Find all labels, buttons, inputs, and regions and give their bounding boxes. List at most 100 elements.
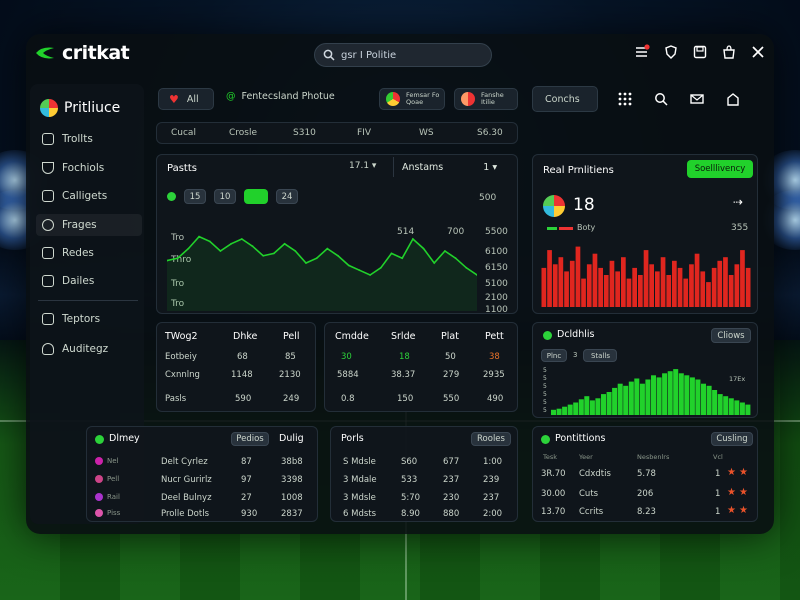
panel-button[interactable]: Pedios (231, 432, 269, 446)
table-row[interactable]: 5884 38.37 279 2935 (333, 368, 509, 384)
stat-item[interactable]: S6.30 (477, 128, 503, 138)
search-bar[interactable] (314, 43, 492, 67)
mail-icon[interactable] (690, 92, 704, 106)
stat-item[interactable]: WS (419, 128, 434, 138)
bar (623, 385, 629, 415)
table-row[interactable]: 0.8 150 550 490 (333, 392, 509, 408)
chip[interactable]: 24 (276, 189, 298, 204)
table-row[interactable]: Cxnnlng 1148 2130 (165, 368, 307, 384)
sidebar-item-2[interactable]: Fochiols (36, 157, 142, 179)
table-row[interactable]: 3 Mdsle 5:70 230 237 (339, 491, 509, 507)
sidebar-item-label: Redes (62, 247, 94, 259)
chat-icon (42, 275, 54, 287)
controls-button[interactable]: Conchs (532, 86, 598, 112)
table-row[interactable]: 30 18 50 38 (333, 350, 509, 366)
tab[interactable]: Stalls (583, 349, 618, 362)
bar (626, 278, 632, 307)
search-icon[interactable] (654, 92, 668, 106)
bar-chart (541, 246, 751, 307)
stats-table-2: Cmdde Srlde Plat Pett 30 18 50 38 5884 3… (324, 322, 518, 412)
stat-item[interactable]: S310 (293, 128, 316, 138)
chart-range-select[interactable]: 17.1 ▾ (349, 161, 376, 171)
bar (598, 267, 603, 307)
bar (569, 260, 575, 307)
bar (667, 371, 673, 415)
list-item[interactable]: Rail Deel Bulnyz 27 1008 (95, 491, 309, 507)
live-button[interactable]: Soelllivency (687, 160, 753, 178)
depth-chart-panel: Dcldhlis Cliows Plnc 3 Stalls 5 5 5 5 5 … (532, 322, 758, 418)
home-icon[interactable] (726, 92, 740, 106)
table-row[interactable]: 13.70 Ccrits 8.23 1 ★ ★ (541, 505, 749, 521)
list-item[interactable]: Pell Nucr Gurirlz 97 3398 (95, 473, 309, 489)
sidebar-item-1[interactable]: Trollts (36, 128, 142, 150)
sidebar-item-7[interactable]: Teptors (36, 308, 142, 330)
sidebar-item-5[interactable]: Redes (36, 242, 142, 264)
list-item[interactable]: Piss Prolle Dotls 930 2837 (95, 507, 309, 523)
cell: Nucr Gurirlz (161, 475, 212, 485)
tab[interactable]: 3 (573, 349, 577, 362)
sidebar-item-6[interactable]: Dailes (36, 270, 142, 292)
bar (734, 264, 740, 307)
tab[interactable]: Plnc (541, 349, 567, 362)
sidebar-item-8[interactable]: Auditegz (36, 338, 142, 360)
stat-item[interactable]: Crosle (229, 128, 257, 138)
bar (660, 257, 666, 307)
filter-fav[interactable]: @ Fentecsland Photue (226, 91, 335, 102)
bar (723, 396, 729, 415)
bag-icon[interactable] (721, 44, 737, 60)
chip[interactable]: 10 (214, 189, 236, 204)
stat-item[interactable]: FIV (357, 128, 371, 138)
stat-item[interactable]: Cucal (171, 128, 196, 138)
star-icon[interactable]: ★ (727, 467, 736, 478)
sidebar-divider (38, 300, 138, 301)
chip[interactable]: 15 (184, 189, 206, 204)
table-row[interactable]: S Mdsle S60 677 1:00 (339, 455, 509, 471)
y-label: 500 (479, 193, 497, 203)
cell: 8.90 (401, 509, 420, 519)
bar (739, 402, 745, 415)
app-window: critkat gsr I Politie Pritliuce Trollts … (26, 34, 774, 534)
panel-button[interactable]: Cliows (711, 328, 751, 343)
cell: 38b8 (281, 457, 303, 467)
star-icon[interactable]: ★ (739, 487, 748, 498)
data-point (315, 257, 318, 260)
heart-icon: ♥ (169, 92, 179, 106)
cell: 3R.70 (541, 469, 566, 479)
star-icon[interactable]: ★ (727, 505, 736, 516)
star-icon[interactable]: ★ (739, 505, 748, 516)
search-input[interactable] (341, 49, 481, 61)
app-name: critkat (62, 42, 130, 64)
table-row[interactable]: 30.00 Cuts 206 1 ★ ★ (541, 487, 749, 503)
table-row[interactable]: 3 Mdale 533 237 239 (339, 473, 509, 489)
table-row[interactable]: Eotbeiy 68 85 (165, 350, 307, 366)
share-arrow-icon[interactable]: ⇢ (733, 195, 743, 209)
close-icon[interactable] (750, 44, 766, 60)
save-icon[interactable] (692, 44, 708, 60)
list-item[interactable]: Nel Delt Cyrlez 87 38b8 (95, 455, 309, 471)
sidebar-item-4[interactable]: Frages (36, 214, 142, 236)
refresh-icon[interactable] (167, 192, 176, 201)
cell: 590 (235, 394, 252, 404)
table-row[interactable]: 6 Mdsts 8.90 880 2:00 (339, 507, 509, 523)
table-row[interactable]: 3R.70 Cdxdtis 5.78 1 ★ ★ (541, 467, 749, 483)
table-row[interactable]: Pasls 590 249 (165, 392, 307, 408)
series-select[interactable]: Anstams 1 ▾ (393, 157, 517, 177)
sidebar-item-3[interactable]: Calligets (36, 185, 142, 207)
data-point (240, 238, 243, 240)
star-icon[interactable]: ★ (739, 467, 748, 478)
shield-icon[interactable] (663, 44, 679, 60)
list-icon[interactable] (634, 44, 650, 60)
panel-button[interactable]: Cusling (711, 432, 753, 446)
star-icon[interactable]: ★ (727, 487, 736, 498)
team-card-1[interactable]: Femsar Fo Qoae (379, 88, 445, 110)
team-badge-icon (386, 92, 400, 106)
sidebar-item-label: Frages (62, 219, 97, 231)
filter-all[interactable]: ♥ All (158, 88, 214, 110)
chip-active[interactable] (244, 189, 268, 204)
chevron-down-icon: ▾ (492, 161, 498, 173)
cell: Nel (107, 457, 119, 465)
grid-icon[interactable] (618, 92, 632, 106)
app-logo[interactable]: critkat (34, 42, 130, 64)
panel-button[interactable]: Rooles (471, 432, 511, 446)
team-card-2[interactable]: Fanshe Itilie (454, 88, 518, 110)
